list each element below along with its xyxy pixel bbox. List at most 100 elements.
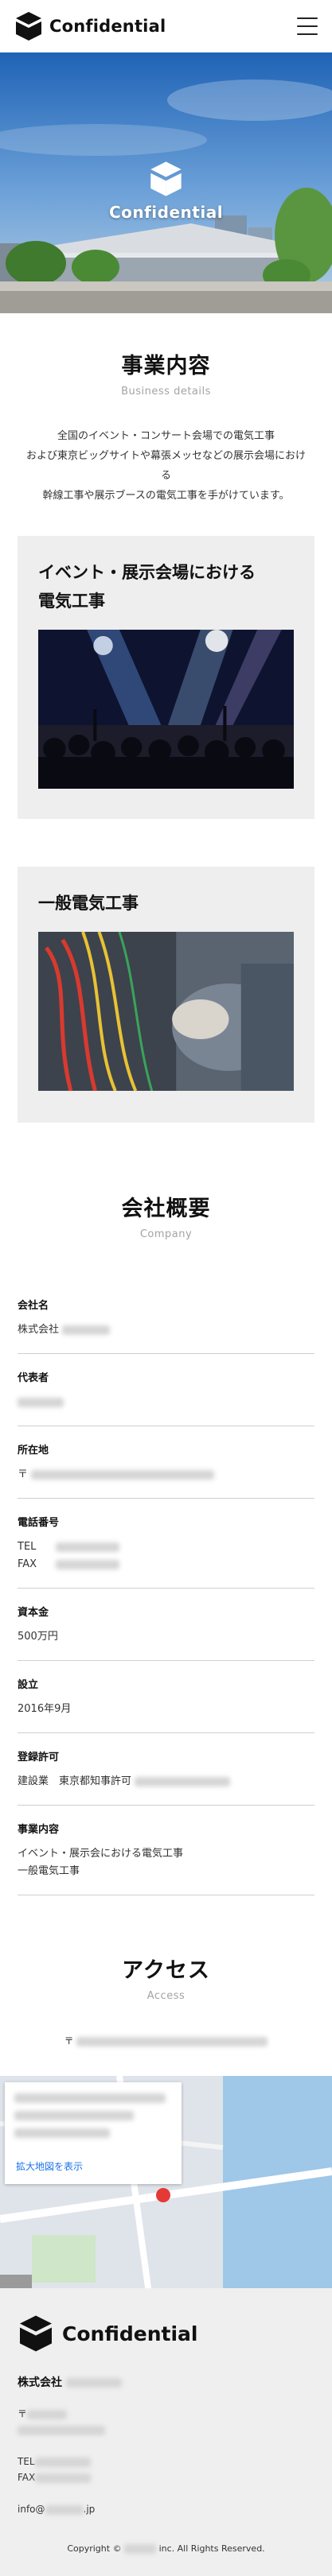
redacted-text: [34, 2457, 91, 2467]
info-label: 資本金: [18, 1607, 49, 1619]
info-row-phone: 電話番号 TEL FAX: [18, 1499, 314, 1589]
redacted-text: [56, 1559, 120, 1569]
hamburger-menu-icon[interactable]: [297, 17, 318, 35]
copyright-text: Copyright © inc. All Rights Reserved.: [0, 2543, 332, 2554]
business-section: 事業内容 Business details 全国のイベント・コンサート会場での電…: [0, 313, 332, 1123]
concert-photo: [38, 630, 294, 789]
redacted-text: [27, 2409, 68, 2419]
footer-fax-label: FAX: [18, 2472, 36, 2483]
business-desc-line: 全国のイベント・コンサート会場での電気工事: [57, 430, 275, 442]
card-title-line: 一般電気工事: [38, 894, 139, 913]
copyright-prefix: Copyright ©: [67, 2543, 122, 2554]
address-prefix: 〒: [64, 2035, 74, 2046]
footer-brand[interactable]: Confidential: [18, 2314, 314, 2353]
footer-postal: 〒: [18, 2408, 28, 2419]
service-card-event: イベント・展示会場における 電気工事: [18, 536, 314, 819]
info-row-representative: 代表者: [18, 1354, 314, 1426]
card-title-line: 電気工事: [38, 592, 105, 611]
info-value-line: 建設業 東京都知事許可: [18, 1775, 132, 1787]
stacked-cube-logo-icon: [16, 12, 41, 41]
card-title: イベント・展示会場における 電気工事: [38, 558, 294, 615]
business-subtitle: Business details: [121, 386, 211, 398]
business-desc-line: 幹線工事や展示ブースの電気工事を手がけています。: [42, 490, 290, 502]
info-value-line: 一般電気工事: [18, 1865, 80, 1877]
access-subtitle: Access: [146, 1990, 186, 2002]
info-value: イベント・展示会における電気工事 一般電気工事: [18, 1845, 314, 1880]
info-value: TEL FAX: [18, 1538, 314, 1573]
info-row-license: 登録許可 建設業 東京都知事許可: [18, 1733, 314, 1806]
redacted-text: [124, 2544, 157, 2554]
header-brand[interactable]: Confidential: [14, 10, 166, 42]
info-label: 代表者: [18, 1372, 49, 1384]
redacted-text: [45, 2504, 84, 2515]
business-title: 事業内容: [121, 354, 211, 378]
hero-brand-name: Confidential: [108, 203, 224, 222]
info-value-line: イベント・展示会における電気工事: [18, 1848, 184, 1860]
email-suffix: .jp: [83, 2504, 96, 2515]
company-section: 会社概要 Company 会社名 株式会社 代表者 所在地 〒 電話番号 TEL…: [0, 1191, 332, 1895]
brand-name: Confidential: [49, 17, 166, 36]
info-value: 建設業 東京都知事許可: [18, 1773, 314, 1790]
company-info-list: 会社名 株式会社 代表者 所在地 〒 電話番号 TEL FAX 資本金 500万…: [18, 1282, 314, 1895]
service-card-general: 一般電気工事: [18, 867, 314, 1123]
card-title-line: イベント・展示会場における: [38, 563, 256, 582]
embedded-map[interactable]: 拡大地図を表示: [0, 2076, 332, 2311]
info-label: 事業内容: [18, 1824, 60, 1836]
info-row-established: 設立 2016年9月: [18, 1661, 314, 1733]
footer-tel-label: TEL: [18, 2456, 35, 2467]
info-value: [18, 1394, 314, 1411]
redacted-text: [18, 1397, 64, 1407]
access-title: アクセス: [122, 1958, 210, 1983]
info-label: 所在地: [18, 1445, 49, 1457]
footer-address: 〒: [18, 2406, 314, 2438]
redacted-text: [18, 2425, 105, 2435]
info-value-line: 〒: [18, 1468, 29, 1480]
map-info-card: 拡大地図を表示: [5, 2082, 182, 2184]
redacted-text: [76, 2036, 268, 2046]
electrical-panel-photo: [38, 932, 294, 1091]
hero-banner: Confidential: [0, 52, 332, 313]
stacked-cube-logo-icon: [20, 2315, 52, 2352]
stacked-cube-logo-icon: [150, 161, 182, 196]
info-value-line: 株式会社: [18, 1324, 60, 1336]
info-value-line: TEL: [18, 1541, 37, 1553]
footer-company-name: 株式会社: [18, 2374, 314, 2390]
redacted-text: [62, 1325, 111, 1335]
info-value: 株式会社: [18, 1321, 314, 1339]
info-row-company-name: 会社名 株式会社: [18, 1282, 314, 1354]
business-desc-line: る: [160, 470, 171, 482]
info-value: 500万円: [18, 1631, 58, 1643]
site-header: Confidential: [0, 0, 332, 52]
site-footer: Confidential 株式会社 〒 TEL FAX info@ .jp Cop…: [0, 2288, 332, 2576]
copyright-suffix: inc. All Rights Reserved.: [158, 2543, 265, 2554]
redacted-text: [14, 2093, 166, 2103]
info-row-business: 事業内容 イベント・展示会における電気工事 一般電気工事: [18, 1806, 314, 1895]
footer-brand-name: Confidential: [62, 2322, 198, 2345]
redacted-text: [135, 1776, 231, 1787]
redacted-text: [55, 1542, 119, 1552]
info-value-line: FAX: [18, 1558, 37, 1570]
card-title: 一般電気工事: [38, 889, 294, 918]
footer-contact: TEL FAX: [18, 2454, 314, 2485]
info-label: 電話番号: [18, 1517, 60, 1529]
redacted-text: [14, 2128, 110, 2138]
business-description: 全国のイベント・コンサート会場での電気工事 および東京ビッグサイトや幕張メッセな…: [18, 426, 314, 506]
redacted-text: [14, 2111, 134, 2120]
email-prefix: info@: [18, 2504, 45, 2515]
redacted-text: [31, 1469, 215, 1480]
info-value: 〒: [18, 1466, 314, 1484]
footer-company-label: 株式会社: [18, 2376, 62, 2389]
info-label: 会社名: [18, 1300, 49, 1312]
company-title: 会社概要: [121, 1197, 211, 1221]
info-row-capital: 資本金 500万円: [18, 1589, 314, 1661]
info-value: 2016年9月: [18, 1703, 72, 1715]
access-address: 〒: [0, 2034, 332, 2047]
redacted-text: [65, 2378, 122, 2388]
info-label: 登録許可: [18, 1752, 60, 1763]
view-larger-map-link[interactable]: 拡大地図を表示: [16, 2159, 83, 2173]
info-row-address: 所在地 〒: [18, 1426, 314, 1499]
footer-email[interactable]: info@ .jp: [18, 2501, 314, 2517]
business-desc-line: および東京ビッグサイトや幕張メッセなどの展示会場におけ: [25, 450, 306, 462]
hero-logo: Confidential: [109, 160, 223, 222]
redacted-text: [35, 2473, 92, 2483]
